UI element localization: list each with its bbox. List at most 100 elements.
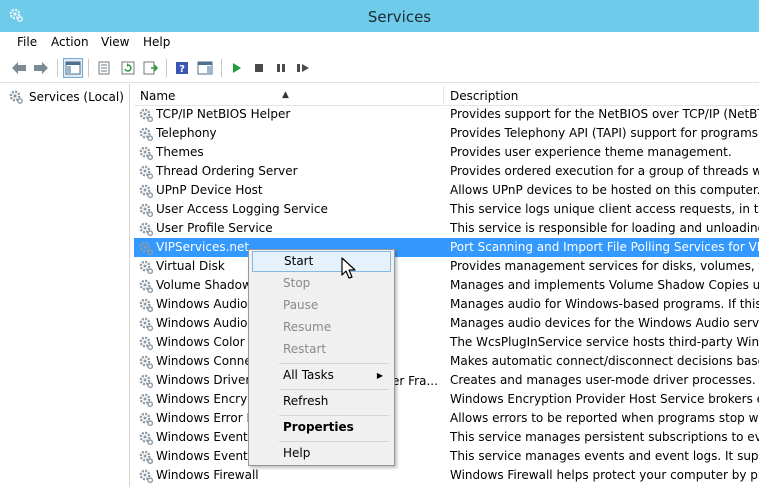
service-gear-icon — [139, 241, 154, 256]
console-tree-icon — [65, 61, 81, 75]
context-menu-all-tasks-label: All Tasks — [283, 368, 334, 382]
service-description: Port Scanning and Import File Polling Se… — [450, 240, 759, 254]
context-menu-help[interactable]: Help — [252, 443, 391, 464]
pause-service-button[interactable] — [271, 58, 291, 78]
context-menu-properties[interactable]: Properties — [252, 417, 391, 438]
service-row[interactable]: Windows Driver F Creates and manages user… — [134, 371, 759, 390]
context-menu: Start Stop Pause Resume Restart All Task… — [248, 249, 395, 466]
forward-arrow-icon — [34, 62, 48, 74]
service-row[interactable]: User Access Logging Service This service … — [134, 200, 759, 219]
back-arrow-icon — [12, 62, 26, 74]
play-icon — [233, 63, 241, 73]
context-menu-stop[interactable]: Stop — [252, 273, 391, 294]
service-row[interactable]: Windows Event C This service manages pers… — [134, 428, 759, 447]
context-menu-refresh[interactable]: Refresh — [252, 391, 391, 412]
context-menu-separator — [279, 389, 389, 390]
submenu-arrow-icon: ▶ — [376, 371, 383, 380]
service-gear-icon — [139, 450, 154, 465]
service-description: This service manages events and event lo… — [450, 449, 759, 463]
service-row[interactable]: Windows Color Sy The WcsPlugInService ser… — [134, 333, 759, 352]
tree-item-services-local[interactable]: Services (Local) — [8, 88, 124, 106]
stop-icon — [255, 64, 263, 72]
window-title: Services — [367, 8, 432, 26]
tree-item-label: Services (Local) — [29, 90, 124, 104]
service-row[interactable]: TCP/IP NetBIOS Helper Provides support fo… — [134, 105, 759, 124]
service-gear-icon — [139, 336, 154, 351]
service-gear-icon — [139, 412, 154, 427]
service-name: User Profile Service — [156, 221, 273, 235]
service-description: Provides ordered execution for a group o… — [450, 164, 759, 178]
service-name: Themes — [156, 145, 204, 159]
service-gear-icon — [139, 355, 154, 370]
menu-help[interactable]: Help — [143, 35, 170, 49]
column-header-name-label: Name — [140, 89, 176, 103]
service-description: Provides user experience theme managemen… — [450, 145, 732, 159]
service-row[interactable]: VIPServices.net Port Scanning and Import … — [134, 238, 759, 257]
service-description: Creates and manages user-mode driver pro… — [450, 373, 759, 387]
service-gear-icon — [139, 184, 154, 199]
properties-toolbar-button[interactable] — [94, 58, 114, 78]
service-row[interactable]: Windows Encrypt Windows Encryption Provid… — [134, 390, 759, 409]
menu-view[interactable]: View — [101, 35, 129, 49]
stop-service-button[interactable] — [249, 58, 269, 78]
context-menu-all-tasks[interactable]: All Tasks ▶ — [252, 365, 391, 386]
pause-icon — [277, 64, 285, 72]
service-name: Windows Firewall — [156, 468, 259, 482]
service-row[interactable]: Windows Firewall Windows Firewall helps p… — [134, 466, 759, 485]
service-row[interactable]: Thread Ordering Server Provides ordered e… — [134, 162, 759, 181]
console-tree: Services (Local) — [0, 84, 130, 487]
service-row[interactable]: Volume Shadow C Manages and implements Vo… — [134, 276, 759, 295]
context-menu-pause[interactable]: Pause — [252, 295, 391, 316]
start-service-button[interactable] — [227, 58, 247, 78]
title-bar: Services — [0, 0, 759, 32]
service-row[interactable]: Telephony Provides Telephony API (TAPI) s… — [134, 124, 759, 143]
toolbar-separator — [221, 59, 222, 77]
service-row[interactable]: Virtual Disk Provides management services… — [134, 257, 759, 276]
service-description: This service is responsible for loading … — [450, 221, 759, 235]
context-menu-separator — [279, 363, 389, 364]
service-gear-icon — [139, 108, 154, 123]
service-gear-icon — [139, 393, 154, 408]
menu-action[interactable]: Action — [51, 35, 89, 49]
service-description: Manages and implements Volume Shadow Cop… — [450, 278, 759, 292]
restart-service-button[interactable] — [293, 58, 313, 78]
service-row[interactable]: Windows Error Re Allows errors to be repo… — [134, 409, 759, 428]
sort-ascending-icon: ▲ — [282, 90, 289, 100]
toolbar: ? — [0, 54, 759, 83]
service-row[interactable]: Windows Audio E Manages audio devices for… — [134, 314, 759, 333]
service-gear-icon — [139, 203, 154, 218]
service-row[interactable]: Windows Audio Manages audio for Windows-b… — [134, 295, 759, 314]
context-menu-resume[interactable]: Resume — [252, 317, 391, 338]
column-header-name[interactable]: Name ▲ — [134, 86, 444, 106]
service-description: Manages audio devices for the Windows Au… — [450, 316, 759, 330]
toolbar-separator — [88, 59, 89, 77]
services-gear-icon — [9, 90, 23, 104]
show-console-tree-button[interactable] — [63, 58, 83, 78]
service-gear-icon — [139, 146, 154, 161]
help-toolbar-button[interactable]: ? — [172, 58, 192, 78]
refresh-toolbar-button[interactable] — [118, 58, 138, 78]
service-row[interactable]: UPnP Device Host Allows UPnP devices to b… — [134, 181, 759, 200]
toolbar-separator — [166, 59, 167, 77]
export-list-button[interactable] — [141, 58, 161, 78]
context-menu-start[interactable]: Start — [252, 251, 391, 272]
service-gear-icon — [139, 298, 154, 313]
menu-file[interactable]: File — [17, 35, 37, 49]
service-row[interactable]: Windows Event Lo This service manages eve… — [134, 447, 759, 466]
service-description: Makes automatic connect/disconnect decis… — [450, 354, 759, 368]
service-row[interactable]: Windows Connec Makes automatic connect/di… — [134, 352, 759, 371]
service-row[interactable]: Themes Provides user experience theme man… — [134, 143, 759, 162]
service-list: Name ▲ Description TCP/IP NetBIOS Helper… — [134, 84, 759, 487]
service-description: Allows errors to be reported when progra… — [450, 411, 759, 425]
export-list-icon — [143, 61, 159, 75]
show-hide-action-pane-button[interactable] — [195, 58, 215, 78]
forward-button[interactable] — [31, 58, 51, 78]
service-name: Telephony — [156, 126, 217, 140]
context-menu-restart[interactable]: Restart — [252, 339, 391, 360]
service-row[interactable]: User Profile Service This service is resp… — [134, 219, 759, 238]
service-name: Thread Ordering Server — [156, 164, 298, 178]
service-gear-icon — [139, 279, 154, 294]
back-button[interactable] — [9, 58, 29, 78]
column-header-description[interactable]: Description — [444, 86, 759, 106]
service-description: Windows Firewall helps protect your comp… — [450, 468, 759, 482]
